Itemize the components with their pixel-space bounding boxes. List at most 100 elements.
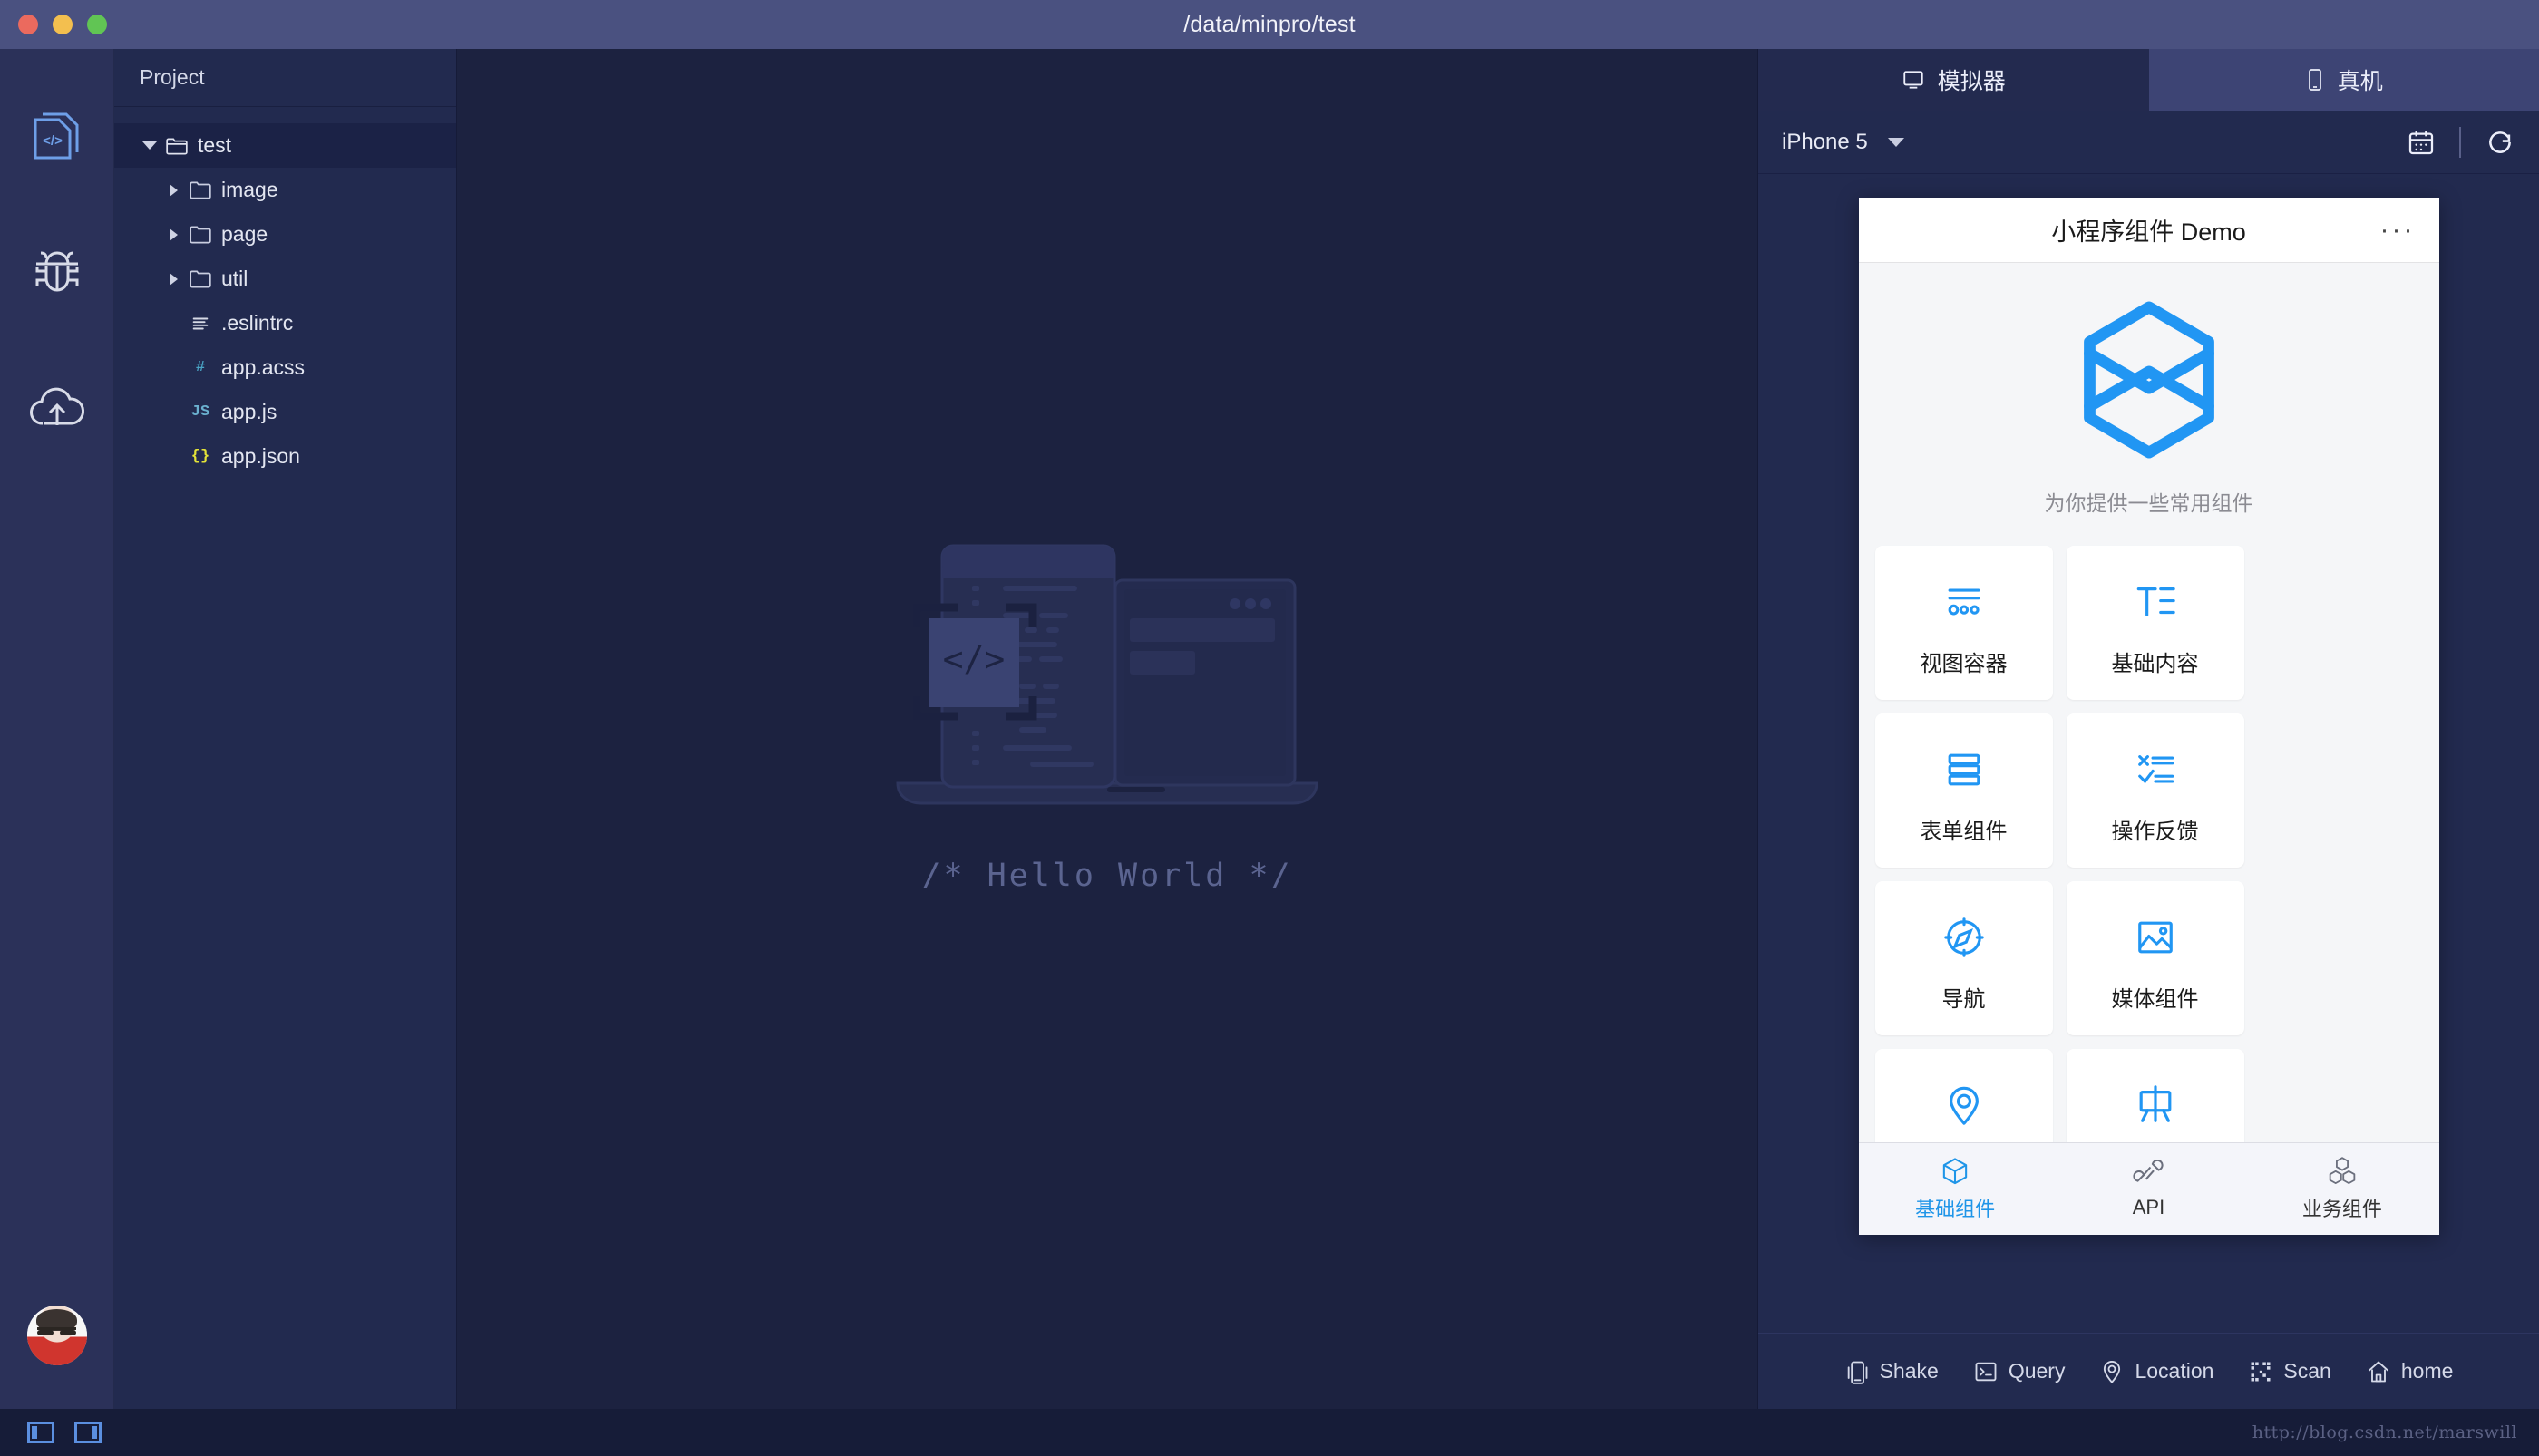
hash-icon: # [185, 359, 216, 376]
canvas-easel-icon [2139, 1084, 2171, 1122]
component-card[interactable]: 基础内容 [2066, 546, 2244, 700]
sim-action-label: Scan [2283, 1359, 2331, 1383]
folder-open-icon-glyph [166, 138, 188, 155]
tree-row-label: app.js [221, 400, 277, 423]
bug-icon[interactable] [18, 234, 96, 312]
tree-row[interactable]: page [114, 212, 456, 257]
folder-icon [185, 223, 216, 247]
sim-action-scan[interactable]: Scan [2248, 1359, 2331, 1384]
file-tree: test image page util .eslintrc # app.acss JS app… [114, 107, 456, 479]
component-card[interactable]: 地图 [1874, 1049, 2053, 1142]
component-card-label: 导航 [1941, 986, 1986, 1012]
basic-content-icon [2136, 587, 2175, 616]
component-card-label: 表单组件 [1920, 819, 2008, 844]
laptop-code-illustration: </> [896, 544, 1318, 805]
status-bar: http://blog.csdn.net/marswill [0, 1409, 2539, 1456]
folder-open-icon [161, 134, 192, 158]
window-title: /data/minpro/test [1183, 11, 1356, 37]
brand-subtitle: 为你提供一些常用组件 [2044, 491, 2253, 515]
component-card[interactable]: 表单组件 [1874, 713, 2053, 868]
component-card[interactable]: 导航 [1874, 881, 2053, 1035]
component-card-label: 媒体组件 [2111, 986, 2199, 1012]
editor-empty-state: </> /* Hello World */ [892, 528, 1322, 894]
chevron-down-icon [1887, 137, 1904, 147]
tab-real-device[interactable]: 真机 [2148, 49, 2539, 111]
phone-tab-label: 基础组件 [1915, 1197, 1996, 1220]
calendar-icon[interactable] [2407, 128, 2436, 157]
sim-action-home[interactable]: home [2366, 1359, 2454, 1384]
component-card[interactable]: 画布 [2066, 1049, 2244, 1142]
phone-tab[interactable]: 业务组件 [2245, 1143, 2438, 1235]
compass-icon [1943, 917, 1984, 957]
title-bar: /data/minpro/test [0, 0, 2539, 49]
shake-phone-icon [1847, 1361, 1868, 1384]
phone-tab[interactable]: API [2052, 1143, 2245, 1235]
more-options-icon[interactable]: ··· [2380, 216, 2416, 244]
sim-action-query[interactable]: Query [1973, 1359, 2066, 1384]
editor-area[interactable]: </> /* Hello World */ [457, 49, 1757, 1409]
simulator-stage: 小程序组件 Demo ··· 为你提供一些常用组件 视图容器 基础内容 表单组件… [1758, 174, 2539, 1333]
cloud-upload-icon[interactable] [18, 368, 96, 446]
phone-tab-label: API [2132, 1195, 2165, 1218]
map-pin-icon [1949, 1086, 1979, 1125]
toggle-left-panel-icon[interactable] [27, 1422, 54, 1443]
refresh-icon[interactable] [2485, 127, 2515, 158]
plug-icon [2133, 1159, 2164, 1182]
simulator-bottom-bar: Shake Query Location Scan home [1758, 1333, 2539, 1409]
component-grid: 视图容器 基础内容表单组件 操作反馈导航 媒体组件地图画布 [1874, 546, 2423, 1142]
toolbar-separator [2459, 126, 2461, 158]
tab-simulator-label: 模拟器 [1937, 69, 2006, 94]
json-icon-glyph: {} [190, 448, 210, 465]
media-image-icon [2137, 921, 2173, 953]
tree-row[interactable]: {} app.json [114, 434, 456, 479]
chevron-right-icon[interactable] [161, 228, 185, 241]
folder-icon-glyph [190, 180, 211, 199]
chevron-right-icon[interactable] [161, 183, 185, 197]
location-pin-icon [2104, 1360, 2121, 1383]
tree-row-label: page [221, 222, 268, 246]
phone-tab[interactable]: 基础组件 [1859, 1143, 2052, 1235]
component-card[interactable]: 操作反馈 [2066, 713, 2244, 868]
avatar-image [26, 1306, 87, 1365]
tree-row[interactable]: # app.acss [114, 345, 456, 390]
sim-action-label: Query [2008, 1359, 2066, 1383]
tree-row-label: app.acss [221, 355, 306, 379]
config-lines-icon [185, 314, 216, 334]
chevron-down-icon[interactable] [138, 141, 161, 150]
sim-action-label: home [2400, 1359, 2454, 1383]
folder-icon [185, 267, 216, 291]
phone-icon [2308, 69, 2321, 91]
tree-row-label: test [198, 133, 232, 157]
tree-row[interactable]: util [114, 257, 456, 301]
component-card-label: 视图容器 [1920, 651, 2008, 676]
simulator-toolbar: iPhone 5 [1758, 111, 2539, 174]
view-container-icon [1948, 587, 1980, 616]
toggle-right-panel-icon[interactable] [74, 1422, 102, 1443]
tree-row-label: image [221, 178, 278, 201]
sim-action-label: Shake [1879, 1359, 1939, 1383]
tree-row[interactable]: JS app.js [114, 390, 456, 434]
sidebar-title: Project [114, 49, 456, 107]
tree-row[interactable]: test [114, 123, 456, 168]
tab-simulator[interactable]: 模拟器 [1758, 49, 2149, 111]
component-card-label: 操作反馈 [2111, 819, 2199, 844]
sim-action-location[interactable]: Location [2099, 1359, 2213, 1384]
chevron-right-icon[interactable] [161, 272, 185, 286]
monitor-icon [1903, 71, 1923, 89]
phone-tab-label: 业务组件 [2301, 1197, 2382, 1220]
avatar[interactable] [26, 1306, 87, 1365]
folder-icon [185, 179, 216, 202]
tree-row[interactable]: .eslintrc [114, 301, 456, 345]
svg-text:</>: </> [43, 133, 63, 149]
component-card[interactable]: 视图容器 [1874, 546, 2053, 700]
tree-row[interactable]: image [114, 168, 456, 212]
sim-action-shake[interactable]: Shake [1844, 1359, 1939, 1384]
device-selector[interactable]: iPhone 5 [1782, 130, 1904, 155]
phone-navbar: 小程序组件 Demo ··· [1858, 198, 2439, 263]
qr-scan-icon [2251, 1362, 2271, 1381]
home-icon [2368, 1361, 2388, 1382]
hash-icon-glyph: # [195, 359, 206, 376]
component-card[interactable]: 媒体组件 [2066, 881, 2244, 1035]
action-feedback-icon [2137, 754, 2174, 783]
code-file-icon[interactable]: </> [18, 100, 96, 178]
